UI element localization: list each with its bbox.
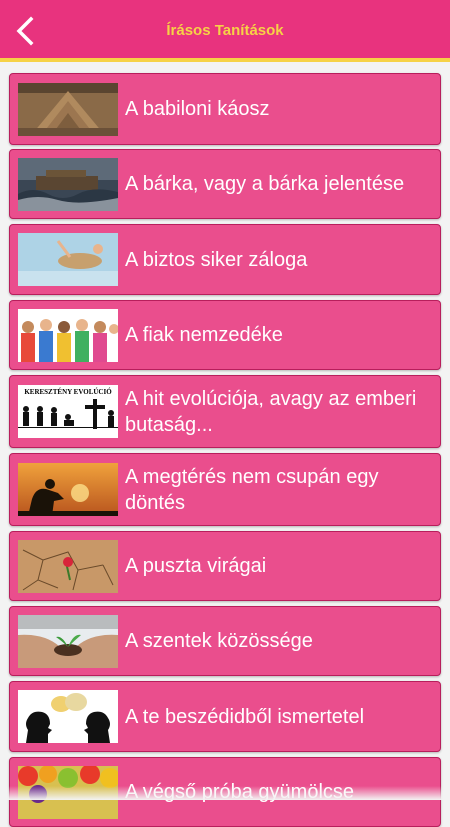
thumbnail-image bbox=[18, 690, 118, 743]
group-of-children-image bbox=[18, 309, 118, 362]
item-label: A biztos siker záloga bbox=[125, 249, 308, 271]
item-label: A bárka, vagy a bárka jelentése bbox=[125, 173, 405, 195]
thumbnail-image bbox=[18, 158, 118, 211]
list-item[interactable]: A puszta virágai bbox=[9, 531, 441, 601]
list-item[interactable]: A szentek közössége bbox=[9, 606, 441, 676]
thumbnail-image bbox=[18, 233, 118, 286]
page-title: Írásos Tanítások bbox=[166, 22, 284, 39]
thumbnail-image bbox=[18, 463, 118, 516]
list-item[interactable]: A bárka, vagy a bárka jelentése bbox=[9, 149, 441, 219]
list-item[interactable]: A biztos siker záloga bbox=[9, 224, 441, 295]
thumbnail-image bbox=[18, 615, 118, 668]
list-item[interactable]: A babiloni káosz bbox=[9, 73, 441, 145]
thumbnail-caption: KERESZTÉNY EVOLÚCIÓ bbox=[24, 388, 112, 396]
thumbnail-image: KERESZTÉNY EVOLÚCIÓ bbox=[18, 385, 118, 438]
item-label: A puszta virágai bbox=[125, 555, 267, 577]
hands-with-seedling-image bbox=[18, 615, 118, 668]
tower-of-babel-image bbox=[18, 83, 118, 136]
evolution-silhouettes-image: KERESZTÉNY EVOLÚCIÓ bbox=[18, 385, 118, 438]
app-header: Írásos Tanítások bbox=[0, 0, 450, 62]
child-with-wings-image bbox=[18, 233, 118, 286]
two-heads-speech-image bbox=[18, 690, 118, 743]
list-item[interactable]: A te beszédidből ismertetel bbox=[9, 681, 441, 752]
list-item[interactable]: A megtérés nem csupán egy döntés bbox=[9, 453, 441, 526]
bottom-fade bbox=[0, 786, 450, 800]
thumbnail-image bbox=[18, 309, 118, 362]
thumbnail-image bbox=[18, 540, 118, 593]
list-item[interactable]: A fiak nemzedéke bbox=[9, 300, 441, 370]
item-label: A szentek közössége bbox=[125, 630, 313, 652]
ark-in-storm-image bbox=[18, 158, 118, 211]
thumbnail-image bbox=[18, 83, 118, 136]
praying-silhouette-image bbox=[18, 463, 118, 516]
desert-flower-image bbox=[18, 540, 118, 593]
item-label: A megtérés nem csupán egy döntés bbox=[125, 466, 379, 514]
list-item[interactable]: KERESZTÉNY EVOLÚCIÓ A hit evolúciója, av… bbox=[9, 375, 441, 448]
item-label: A babiloni káosz bbox=[125, 98, 270, 120]
item-label: A hit evolúciója, avagy az emberi butasá… bbox=[125, 388, 417, 436]
item-label: A te beszédidből ismertetel bbox=[125, 706, 365, 728]
item-label: A fiak nemzedéke bbox=[125, 324, 283, 346]
